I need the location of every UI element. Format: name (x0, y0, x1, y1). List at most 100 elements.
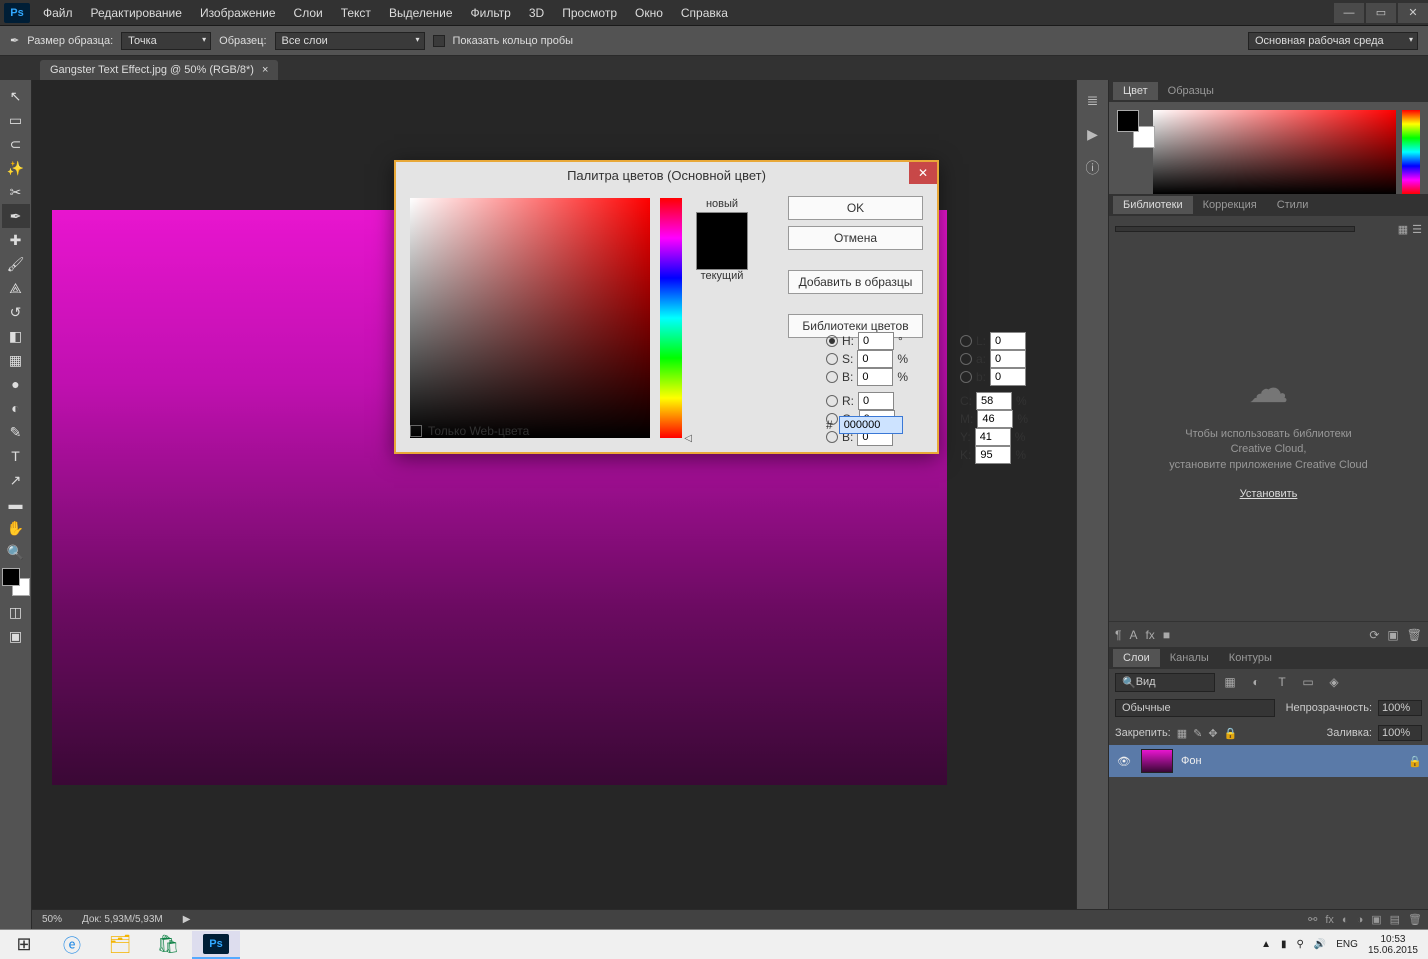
status-arrow-icon[interactable]: ▶ (183, 914, 191, 925)
h-input[interactable] (858, 332, 894, 350)
store-icon[interactable]: 🛍 (144, 931, 192, 959)
foreground-color[interactable] (2, 568, 20, 586)
adjustment-icon[interactable]: ◑ (1357, 914, 1364, 926)
l-input[interactable] (990, 332, 1026, 350)
workspace-dropdown[interactable]: Основная рабочая среда (1248, 32, 1418, 50)
hand-tool-icon[interactable]: ✋ (2, 516, 30, 540)
s-radio[interactable] (826, 353, 838, 365)
fx-icon[interactable]: fx (1145, 628, 1154, 642)
gradient-tool-icon[interactable]: ▦ (2, 348, 30, 372)
actions-panel-icon[interactable]: ▶ (1083, 124, 1103, 144)
mask-icon[interactable]: ◐ (1342, 914, 1349, 926)
layer-filter-dropdown[interactable]: 🔍 Вид (1115, 673, 1215, 692)
minimize-button[interactable]: — (1334, 3, 1364, 23)
panel-color-swatch[interactable] (1117, 110, 1147, 140)
menu-image[interactable]: Изображение (191, 6, 285, 20)
color-add-icon[interactable]: ■ (1163, 628, 1170, 642)
char-style-icon[interactable]: A (1129, 628, 1137, 642)
menu-filter[interactable]: Фильтр (462, 6, 520, 20)
color-field[interactable] (1153, 110, 1396, 194)
menu-select[interactable]: Выделение (380, 6, 462, 20)
r-radio[interactable] (826, 395, 838, 407)
install-link[interactable]: Установить (1240, 487, 1298, 502)
y-input[interactable] (975, 428, 1011, 446)
add-swatch-button[interactable]: Добавить в образцы (788, 270, 923, 294)
zoom-level[interactable]: 50% (42, 914, 62, 925)
a-input[interactable] (990, 350, 1026, 368)
k-input[interactable] (975, 446, 1011, 464)
menu-text[interactable]: Текст (332, 6, 380, 20)
menu-layers[interactable]: Слои (285, 6, 332, 20)
lock-position-icon[interactable]: ✥ (1208, 727, 1217, 740)
show-ring-checkbox[interactable] (433, 35, 445, 47)
lock-brush-icon[interactable]: ✎ (1193, 727, 1202, 740)
fill-input[interactable] (1378, 725, 1422, 741)
link-icon[interactable]: ⚯ (1308, 913, 1317, 926)
history-brush-icon[interactable]: ↺ (2, 300, 30, 324)
path-select-icon[interactable]: ↗ (2, 468, 30, 492)
filter-adjust-icon[interactable]: ◐ (1245, 672, 1267, 692)
shape-tool-icon[interactable]: ▬ (2, 492, 30, 516)
group-icon[interactable]: ▣ (1371, 913, 1381, 926)
move-tool-icon[interactable]: ↖ (2, 84, 30, 108)
bv-input[interactable] (857, 368, 893, 386)
tab-adjustments[interactable]: Коррекция (1193, 196, 1267, 214)
ok-button[interactable]: OK (788, 196, 923, 220)
zoom-tool-icon[interactable]: 🔍 (2, 540, 30, 564)
tab-swatches[interactable]: Образцы (1158, 82, 1224, 100)
tab-layers[interactable]: Слои (1113, 649, 1160, 667)
type-tool-icon[interactable]: T (2, 444, 30, 468)
s-input[interactable] (857, 350, 893, 368)
saturation-value-field[interactable] (410, 198, 650, 438)
tray-network-icon[interactable]: ⚲ (1296, 939, 1303, 950)
menu-help[interactable]: Справка (672, 6, 737, 20)
m-input[interactable] (977, 410, 1013, 428)
hue-slider[interactable] (1402, 110, 1420, 194)
list-view-icon[interactable]: ☰ (1412, 223, 1422, 236)
filter-smart-icon[interactable]: ◈ (1323, 672, 1345, 692)
tray-lang[interactable]: ENG (1336, 939, 1358, 950)
h-radio[interactable] (826, 335, 838, 347)
marquee-tool-icon[interactable]: ▭ (2, 108, 30, 132)
visibility-icon[interactable]: 👁 (1115, 755, 1133, 768)
brush-tool-icon[interactable]: 🖌 (2, 252, 30, 276)
tab-libraries[interactable]: Библиотеки (1113, 196, 1193, 214)
trash-icon[interactable]: 🗑 (1407, 628, 1422, 642)
stamp-tool-icon[interactable]: ⟁ (2, 276, 30, 300)
pen-tool-icon[interactable]: ✎ (2, 420, 30, 444)
opacity-input[interactable] (1378, 700, 1422, 716)
lb-radio[interactable] (960, 371, 972, 383)
cancel-button[interactable]: Отмена (788, 226, 923, 250)
layer-row[interactable]: 👁 Фон 🔒 (1109, 745, 1428, 777)
layer-thumbnail[interactable] (1141, 749, 1173, 773)
filter-image-icon[interactable]: ▦ (1219, 672, 1241, 692)
document-tab-close-icon[interactable]: × (262, 64, 268, 76)
crop-tool-icon[interactable]: ✂ (2, 180, 30, 204)
new-layer-icon[interactable]: ▤ (1390, 913, 1400, 926)
tray-volume-icon[interactable]: 🔊 (1314, 939, 1326, 950)
dialog-close-button[interactable]: ✕ (909, 162, 937, 184)
screenmode-icon[interactable]: ▣ (2, 624, 30, 648)
ie-icon[interactable]: ⓔ (48, 931, 96, 959)
a-radio[interactable] (960, 353, 972, 365)
c-input[interactable] (976, 392, 1012, 410)
menu-edit[interactable]: Редактирование (82, 6, 191, 20)
r-input[interactable] (858, 392, 894, 410)
sample-dropdown[interactable]: Все слои (275, 32, 425, 50)
lasso-tool-icon[interactable]: ⊂ (2, 132, 30, 156)
eraser-tool-icon[interactable]: ◧ (2, 324, 30, 348)
tab-color[interactable]: Цвет (1113, 82, 1158, 100)
sample-size-dropdown[interactable]: Точка (121, 32, 211, 50)
blur-tool-icon[interactable]: ● (2, 372, 30, 396)
eyedropper-tool-icon[interactable]: ✒ (10, 34, 19, 47)
menu-window[interactable]: Окно (626, 6, 672, 20)
menu-file[interactable]: Файл (34, 6, 82, 20)
tab-styles[interactable]: Стили (1267, 196, 1319, 214)
lb-input[interactable] (990, 368, 1026, 386)
paragraph-style-icon[interactable]: ¶ (1115, 628, 1121, 642)
maximize-button[interactable]: ▭ (1366, 3, 1396, 23)
eyedropper-tool-icon[interactable]: ✒ (2, 204, 30, 228)
hex-input[interactable] (839, 416, 903, 434)
color-swatches[interactable] (2, 568, 30, 596)
filter-shape-icon[interactable]: ▭ (1297, 672, 1319, 692)
